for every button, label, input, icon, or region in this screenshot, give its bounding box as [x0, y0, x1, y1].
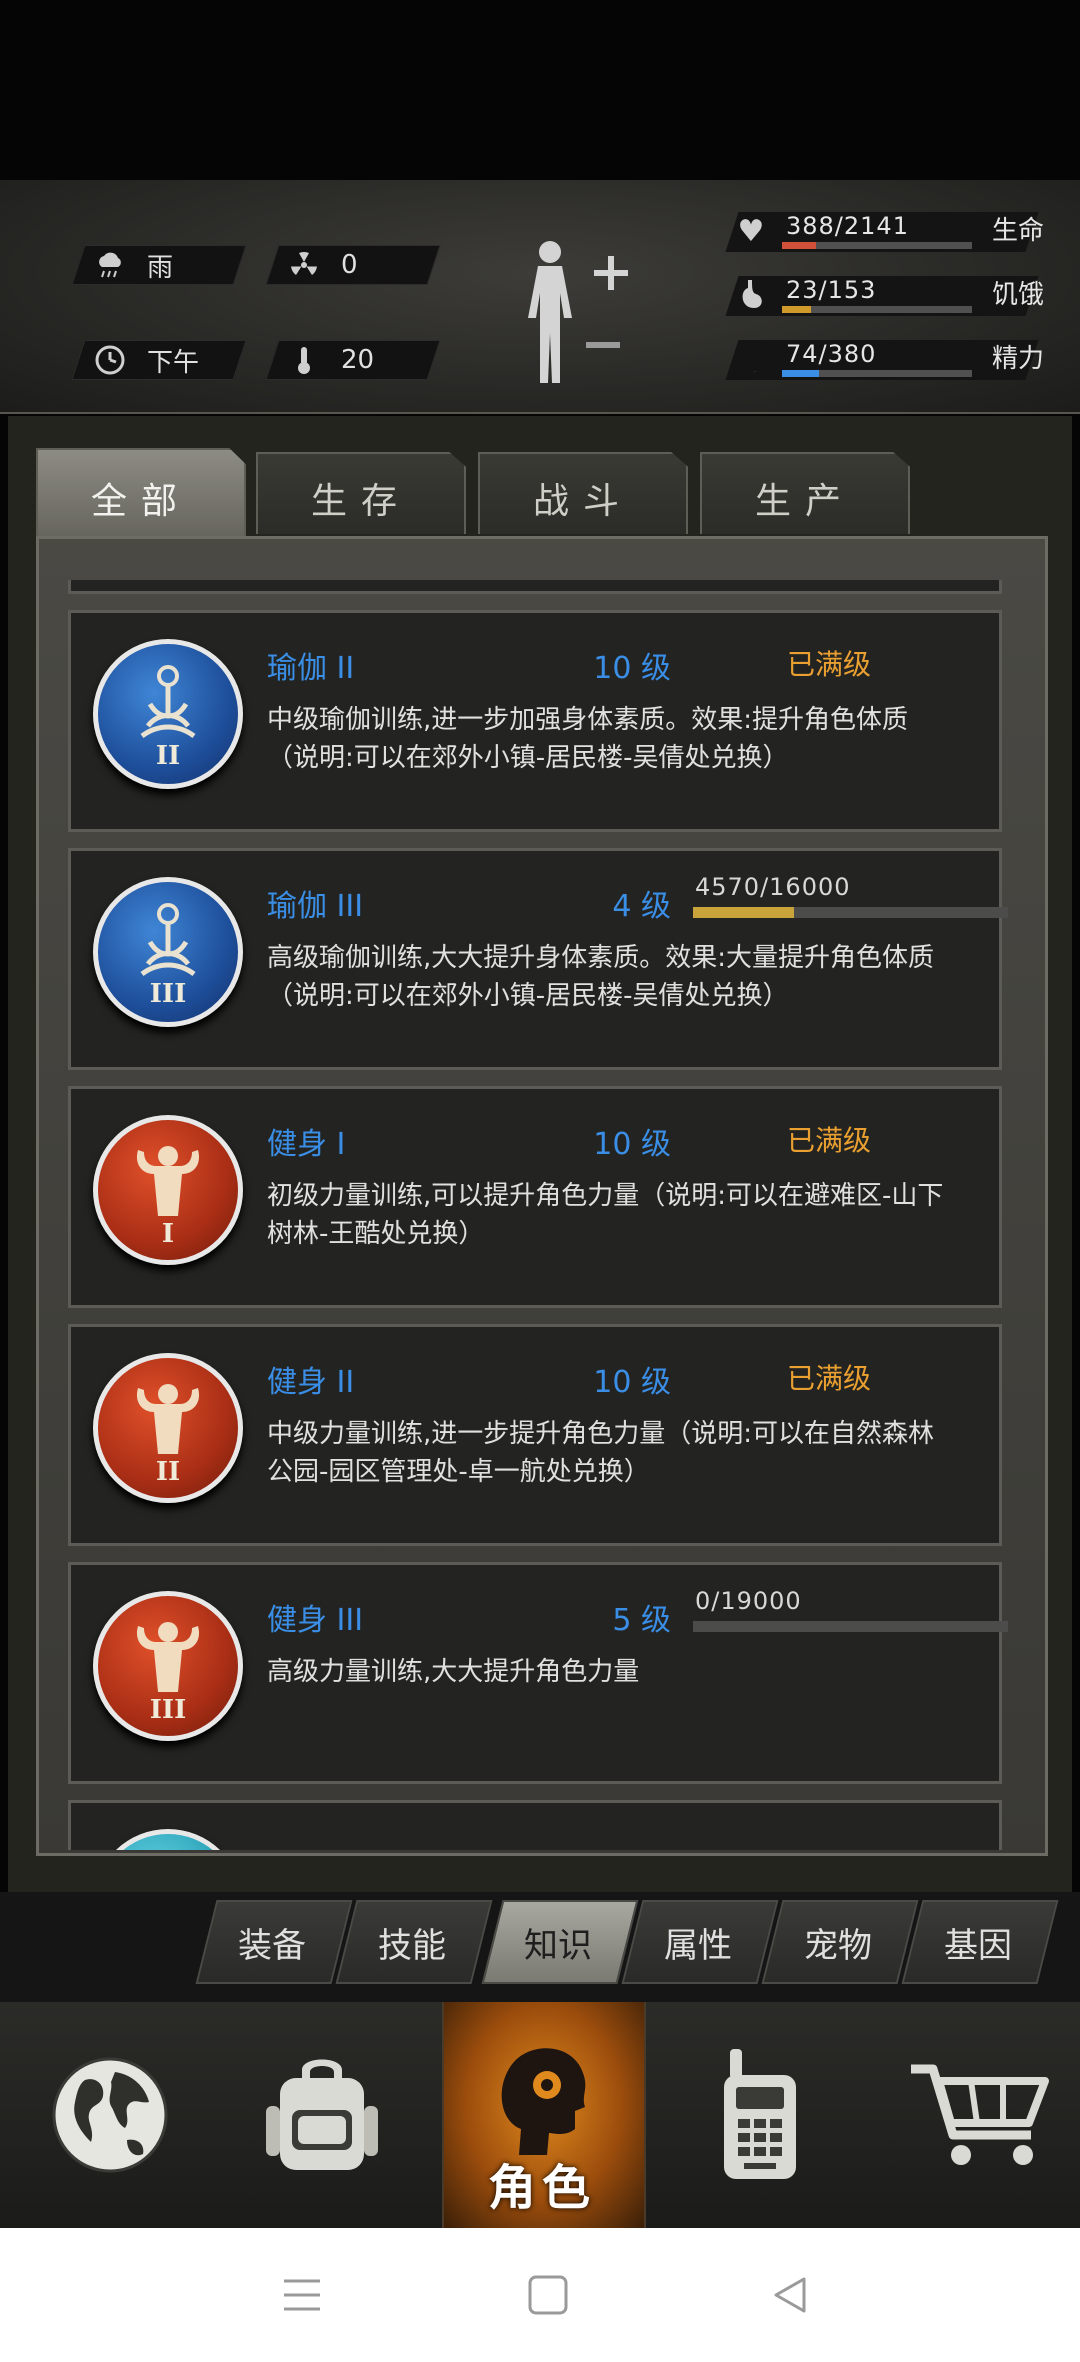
- subtab-knowledge-label: 知识: [524, 1926, 592, 1966]
- rain-cloud-icon: [93, 248, 127, 282]
- subtab-pets-label: 宠物: [804, 1926, 872, 1966]
- time-label: 下午: [147, 347, 200, 378]
- skill-progress-bar: [693, 1621, 1008, 1632]
- subtab-equipment-label: 装备: [238, 1926, 306, 1966]
- skill-title: 瑜伽 II: [267, 651, 355, 686]
- tab-combat[interactable]: 战斗: [478, 452, 688, 534]
- heart-icon: ♥: [737, 213, 765, 249]
- skill-card-fitness-3[interactable]: III 健身 III 5 级 0/19000 高级力量训练,大大提升角色力量: [68, 1562, 1008, 1784]
- bodybuilder-icon: II: [93, 1353, 243, 1503]
- nav-radio-button[interactable]: [660, 2002, 860, 2228]
- svg-text:III: III: [150, 1695, 187, 1725]
- health-label: 生命: [992, 216, 1045, 246]
- hunger-bar: [782, 306, 972, 313]
- subtab-skills-label: 技能: [378, 1926, 446, 1966]
- skill-title: 健身 I: [267, 1127, 346, 1162]
- backpack-icon: [266, 2059, 378, 2170]
- skill-description: 中级力量训练,进一步提升角色力量（说明:可以在自然森林公园-园区管理处-卓一航处…: [267, 1419, 935, 1487]
- thermometer-icon: [287, 343, 321, 377]
- tab-combat-label: 战斗: [532, 481, 633, 522]
- skill-description: 高级瑜伽训练,大大提升身体素质。效果:大量提升角色体质（说明:可以在郊外小镇-居…: [267, 943, 935, 1011]
- skill-description: 高级力量训练,大大提升角色力量: [267, 1657, 640, 1687]
- svg-text:I: I: [162, 1219, 174, 1249]
- menu-icon[interactable]: [280, 2273, 324, 2317]
- stat-energy: 74/380 精力: [720, 338, 1060, 382]
- time-chip: 下午: [71, 340, 247, 380]
- energy-label: 精力: [992, 344, 1045, 374]
- stat-hunger: 23/153 饥饿: [720, 274, 1060, 318]
- skill-description: 中级瑜伽训练,进一步加强身体素质。效果:提升角色体质（说明:可以在郊外小镇-居民…: [267, 705, 909, 773]
- temperature-chip: 20: [265, 340, 441, 380]
- tab-production[interactable]: 生产: [700, 452, 910, 534]
- radiation-value: 0: [341, 250, 358, 280]
- skill-title: 健身 II: [267, 1365, 355, 1400]
- body-figure-icon: [528, 241, 628, 383]
- skill-level: 10 级: [593, 1127, 671, 1162]
- subtab-attributes-label: 属性: [664, 1926, 732, 1966]
- svg-text:III: III: [150, 979, 187, 1009]
- tab-all[interactable]: 全部: [36, 448, 246, 538]
- skill-list[interactable]: II 瑜伽 II 10 级 已满级 中级瑜伽训练,进一步加强身体素质。效果:提升…: [64, 580, 1008, 1850]
- health-value: 388/2141: [786, 212, 909, 240]
- skill-level: 10 级: [593, 1365, 671, 1400]
- skill-level: 10 级: [593, 651, 671, 686]
- skill-icon: [93, 1829, 243, 1850]
- tab-all-label: 全部: [90, 481, 191, 522]
- walkie-talkie-icon: [724, 2049, 796, 2179]
- system-nav-bar: [0, 2228, 1080, 2362]
- nav-backpack-button[interactable]: [222, 2002, 422, 2228]
- hunger-value: 23/153: [786, 276, 877, 304]
- bodybuilder-icon: I: [93, 1115, 243, 1265]
- shopping-cart-icon: [911, 2064, 1049, 2165]
- svg-text:II: II: [156, 741, 180, 771]
- list-top-edge: [68, 580, 1002, 594]
- stomach-icon: [730, 274, 772, 316]
- svg-text:II: II: [156, 1457, 180, 1487]
- skill-title: 健身 III: [267, 1603, 364, 1638]
- skill-card-yoga-2[interactable]: II 瑜伽 II 10 级 已满级 中级瑜伽训练,进一步加强身体素质。效果:提升…: [68, 610, 1002, 832]
- subtab-genes-label: 基因: [944, 1926, 1012, 1966]
- energy-bar: [782, 370, 972, 377]
- body-status-button[interactable]: [520, 238, 630, 388]
- weather-label: 雨: [147, 252, 174, 283]
- health-bar: [782, 242, 972, 249]
- stat-health: ♥ 388/2141 生命: [720, 210, 1060, 254]
- max-level-badge: 已满级: [787, 1124, 872, 1157]
- energy-icon: [730, 338, 772, 380]
- skill-card-yoga-3[interactable]: III 瑜伽 III 4 级 4570/16000 高级瑜伽训练,大大提升身体素…: [68, 848, 1008, 1070]
- yoga-icon: III: [93, 877, 243, 1027]
- skill-progress-text: 0/19000: [695, 1587, 802, 1615]
- radiation-icon: [287, 248, 321, 282]
- tab-survival[interactable]: 生存: [256, 452, 466, 534]
- bodybuilder-icon: III: [93, 1591, 243, 1741]
- tab-production-label: 生产: [754, 481, 855, 522]
- skill-title: 瑜伽 III: [267, 889, 364, 924]
- hunger-label: 饥饿: [992, 280, 1045, 310]
- temperature-value: 20: [341, 345, 375, 375]
- energy-value: 74/380: [786, 340, 877, 368]
- skill-progress-text: 4570/16000: [695, 873, 851, 901]
- home-icon[interactable]: [526, 2273, 570, 2317]
- max-level-badge: 已满级: [787, 1362, 872, 1395]
- radiation-chip: 0: [265, 245, 441, 285]
- clock-icon: [93, 343, 127, 377]
- skill-level: 5 级: [612, 1603, 671, 1638]
- skill-card-fitness-1[interactable]: I 健身 I 10 级 已满级 初级力量训练,可以提升角色力量（说明:可以在避难…: [68, 1086, 1002, 1308]
- back-icon[interactable]: [768, 2273, 812, 2317]
- tab-survival-label: 生存: [310, 481, 411, 522]
- nav-map-button[interactable]: [10, 2002, 210, 2228]
- nav-shop-button[interactable]: [880, 2002, 1080, 2228]
- skill-description: 初级力量训练,可以提升角色力量（说明:可以在避难区-山下树林-王酷处兑换）: [267, 1181, 944, 1249]
- skill-card-partial[interactable]: [68, 1800, 1002, 1850]
- max-level-badge: 已满级: [787, 648, 872, 681]
- globe-icon: [52, 2057, 168, 2173]
- status-bar: [0, 0, 1080, 180]
- nav-role-label: 角色: [487, 2160, 596, 2216]
- yoga-icon: II: [93, 639, 243, 789]
- weather-chip: 雨: [71, 245, 247, 285]
- skill-card-fitness-2[interactable]: II 健身 II 10 级 已满级 中级力量训练,进一步提升角色力量（说明:可以…: [68, 1324, 1002, 1546]
- skill-level: 4 级: [612, 889, 671, 924]
- skill-progress-bar: [693, 907, 1008, 918]
